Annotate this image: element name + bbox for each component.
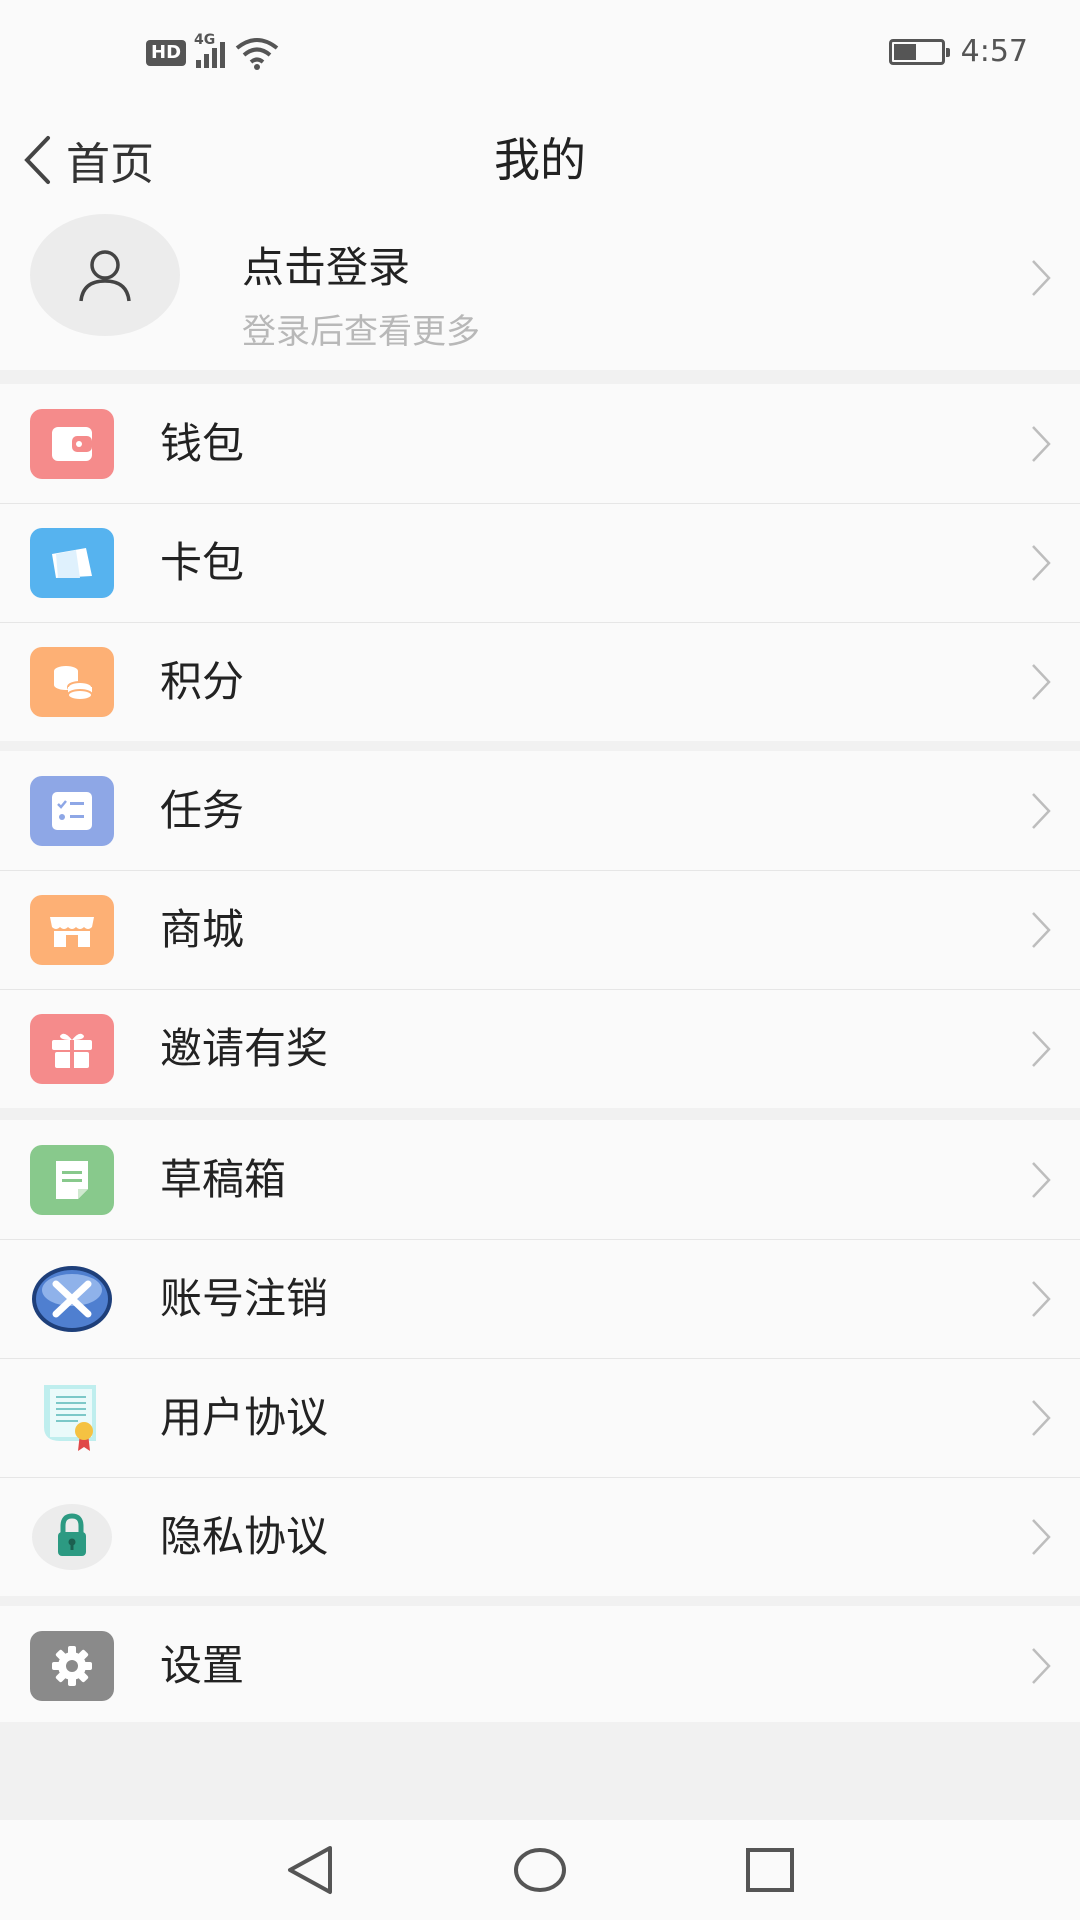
chevron-right-icon: [1032, 793, 1051, 829]
chevron-right-icon: [1032, 1519, 1051, 1555]
menu-item-drafts[interactable]: 草稿箱: [0, 1120, 1080, 1239]
status-bar: HD 4G 4:57: [0, 0, 1080, 108]
x-circle-icon: [30, 1264, 114, 1334]
menu-item-mall[interactable]: 商城: [0, 870, 1080, 989]
chevron-right-icon: [1032, 426, 1051, 462]
chevron-right-icon: [1032, 1648, 1051, 1684]
certificate-icon: [30, 1383, 114, 1453]
menu-group-finance: 钱包 卡包 积分: [0, 384, 1080, 741]
menu-label: 钱包: [160, 419, 245, 468]
page-title: 我的: [494, 133, 586, 187]
system-nav-bar: [0, 1820, 1080, 1920]
menu-item-wallet[interactable]: 钱包: [0, 384, 1080, 503]
draft-note-icon: [30, 1145, 114, 1215]
empty-area: [0, 1722, 1080, 1820]
menu-item-cards[interactable]: 卡包: [0, 503, 1080, 622]
chevron-right-icon: [1032, 545, 1051, 581]
menu-item-settings[interactable]: 设置: [0, 1606, 1080, 1725]
nav-recents-icon[interactable]: [740, 1842, 800, 1898]
coins-icon: [30, 647, 114, 717]
store-icon: [30, 895, 114, 965]
nav-back-icon[interactable]: [280, 1842, 340, 1898]
menu-label: 邀请有奖: [160, 1024, 329, 1073]
clock: 4:57: [960, 34, 1028, 69]
menu-group-settings: 设置: [0, 1606, 1080, 1725]
wallet-icon: [30, 409, 114, 479]
chevron-right-icon: [1032, 664, 1051, 700]
login-subtitle: 登录后查看更多: [242, 312, 480, 352]
login-title: 点击登录: [242, 243, 411, 292]
menu-label: 设置: [160, 1641, 245, 1690]
login-row[interactable]: 点击登录 登录后查看更多: [0, 200, 1080, 370]
menu-item-tasks[interactable]: 任务: [0, 751, 1080, 870]
chevron-right-icon: [1032, 1400, 1051, 1436]
menu-label: 卡包: [160, 538, 245, 587]
status-right: 4:57: [888, 34, 1028, 69]
menu-label: 积分: [160, 657, 245, 706]
chevron-right-icon: [1032, 260, 1051, 296]
gear-icon: [30, 1631, 114, 1701]
hd-badge: HD: [146, 40, 187, 66]
menu-label: 账号注销: [160, 1274, 329, 1323]
menu-label: 商城: [160, 905, 245, 954]
gift-icon: [30, 1014, 114, 1084]
task-list-icon: [30, 776, 114, 846]
menu-item-user-agreement[interactable]: 用户协议: [0, 1358, 1080, 1477]
signal-icon: 4G: [194, 32, 226, 68]
menu-item-delete-account[interactable]: 账号注销: [0, 1239, 1080, 1358]
menu-group-account: 草稿箱 账号注销 用户协议 隐私协议: [0, 1120, 1080, 1596]
menu-label: 任务: [160, 786, 245, 835]
card-icon: [30, 528, 114, 598]
menu-label: 隐私协议: [160, 1512, 329, 1561]
chevron-right-icon: [1032, 1162, 1051, 1198]
nav-home-icon[interactable]: [510, 1842, 570, 1898]
chevron-right-icon: [1032, 1281, 1051, 1317]
network-type: 4G: [194, 32, 216, 48]
menu-group-activity: 任务 商城 邀请有奖: [0, 751, 1080, 1108]
menu-item-points[interactable]: 积分: [0, 622, 1080, 741]
menu-item-invite[interactable]: 邀请有奖: [0, 989, 1080, 1108]
chevron-right-icon: [1032, 1031, 1051, 1067]
user-icon: [79, 250, 131, 302]
lock-icon: [30, 1502, 114, 1572]
battery-icon: [888, 38, 950, 65]
menu-label: 草稿箱: [160, 1155, 287, 1204]
status-left: HD 4G: [146, 32, 279, 70]
avatar: [30, 214, 180, 336]
menu-label: 用户协议: [160, 1393, 329, 1442]
wifi-icon: [235, 38, 279, 70]
chevron-right-icon: [1032, 912, 1051, 948]
menu-item-privacy-agreement[interactable]: 隐私协议: [0, 1477, 1080, 1596]
